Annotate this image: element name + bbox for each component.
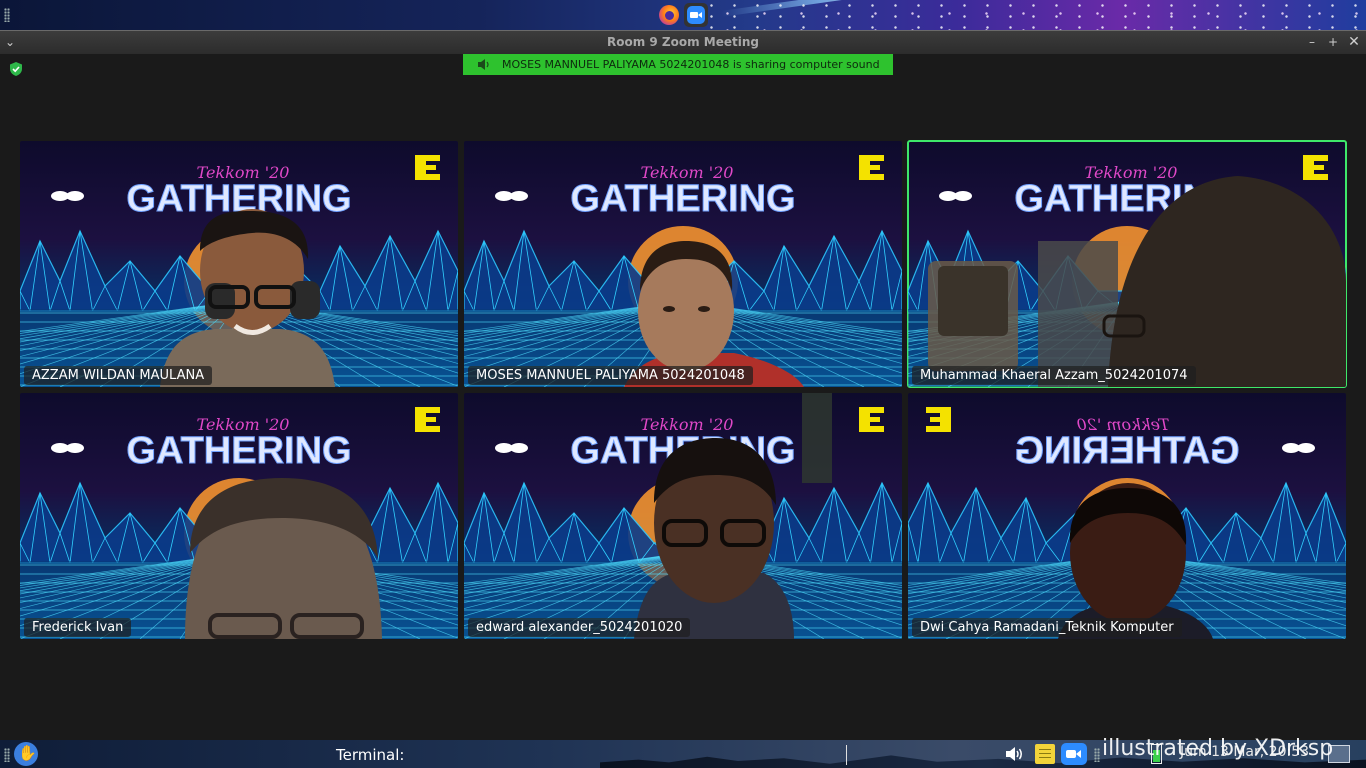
minimize-button[interactable]: – [1304, 34, 1320, 50]
sharing-sound-banner: MOSES MANNUEL PALIYAMA 5024201048 is sha… [463, 54, 893, 75]
participant-name: MOSES MANNUEL PALIYAMA 5024201048 [468, 366, 753, 385]
panel-handle[interactable] [4, 8, 10, 22]
participant-video [1058, 483, 1213, 639]
wallpaper-stars [700, 0, 1366, 30]
speaker-icon [478, 59, 489, 70]
volume-icon[interactable] [1004, 745, 1026, 763]
zoom-icon[interactable] [1061, 743, 1087, 765]
video-tile[interactable]: GATHERING Tekkom '20 MOSES MANNUEL PALIYA… [464, 141, 902, 387]
window-titlebar[interactable]: ⌄ Room 9 Zoom Meeting – + ✕ [0, 30, 1366, 54]
maximize-button[interactable]: + [1325, 34, 1341, 50]
panel-handle[interactable] [1094, 748, 1100, 762]
shield-check-icon[interactable] [8, 61, 24, 77]
taskbar-terminal-item[interactable]: Terminal: [336, 745, 847, 765]
video-tile[interactable]: GATHERINGTekkom '20 edward alexander_502… [464, 393, 902, 639]
participant-name: Dwi Cahya Ramadani_Teknik Komputer [912, 618, 1182, 637]
video-tile[interactable]: GATHERING Tekkom '20 Dwi Cahya Ramadani_T… [908, 393, 1346, 639]
window-title: Room 9 Zoom Meeting [606, 35, 759, 49]
participant-video [928, 176, 1346, 387]
watermark: illustrated by XDrksp [1102, 736, 1334, 761]
participant-name: Muhammad Khaeral Azzam_5024201074 [912, 366, 1196, 385]
participant-video [634, 393, 832, 639]
notes-icon[interactable] [1035, 744, 1055, 764]
video-tile[interactable]: GATHERING Tekkom '20 AZZAM WILDAN MAULANA [20, 141, 458, 387]
start-menu-button[interactable] [14, 742, 38, 766]
participant-video [160, 209, 335, 387]
close-button[interactable]: ✕ [1346, 34, 1362, 50]
zoom-icon[interactable] [684, 3, 708, 27]
participant-name: AZZAM WILDAN MAULANA [24, 366, 213, 385]
video-tile-active-speaker[interactable]: GATHERING Tekkom '20 Muhammad Khaeral Azz… [907, 140, 1347, 388]
participant-video [624, 241, 804, 387]
video-tile[interactable]: GATHERING Tekkom '20 Frederick Ivan [20, 393, 458, 639]
participant-name: edward alexander_5024201020 [468, 618, 691, 637]
panel-handle[interactable] [4, 748, 10, 762]
participant-name: Frederick Ivan [24, 618, 132, 637]
participant-video [185, 478, 382, 639]
top-panel [0, 0, 1366, 30]
sharing-sound-text: MOSES MANNUEL PALIYAMA 5024201048 is sha… [502, 58, 880, 71]
firefox-icon[interactable] [657, 3, 681, 27]
